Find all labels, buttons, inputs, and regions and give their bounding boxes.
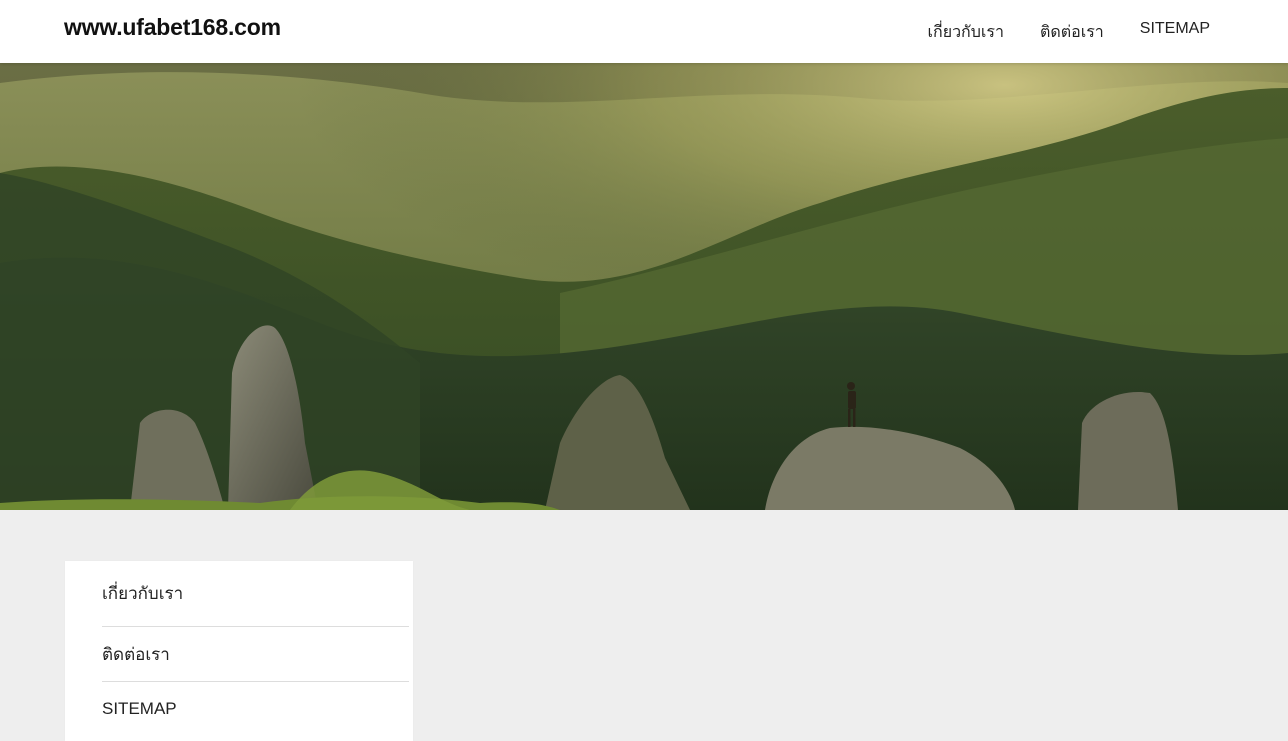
hero-banner-image [0, 63, 1288, 510]
sidebar-item-label[interactable]: ติดต่อเรา [102, 641, 170, 668]
sidebar-menu-widget: เกี่ยวกับเรา ติดต่อเรา SITEMAP [65, 561, 413, 741]
top-navigation: เกี่ยวกับเรา ติดต่อเรา SITEMAP [928, 20, 1210, 45]
sidebar-item-about[interactable]: เกี่ยวกับเรา [102, 561, 409, 627]
mountain-landscape-illustration [0, 63, 1288, 510]
nav-link-about[interactable]: เกี่ยวกับเรา [928, 20, 1004, 45]
site-header: www.ufabet168.com เกี่ยวกับเรา ติดต่อเรา… [0, 0, 1288, 63]
sidebar-menu-list: เกี่ยวกับเรา ติดต่อเรา SITEMAP [65, 561, 413, 736]
sidebar-item-sitemap[interactable]: SITEMAP [102, 682, 409, 736]
sidebar-item-label[interactable]: เกี่ยวกับเรา [102, 580, 183, 607]
sidebar-item-label[interactable]: SITEMAP [102, 699, 177, 719]
sidebar-item-contact[interactable]: ติดต่อเรา [102, 627, 409, 682]
nav-link-contact[interactable]: ติดต่อเรา [1040, 20, 1104, 45]
nav-link-sitemap[interactable]: SITEMAP [1140, 20, 1210, 45]
site-title-link[interactable]: www.ufabet168.com [64, 14, 281, 41]
